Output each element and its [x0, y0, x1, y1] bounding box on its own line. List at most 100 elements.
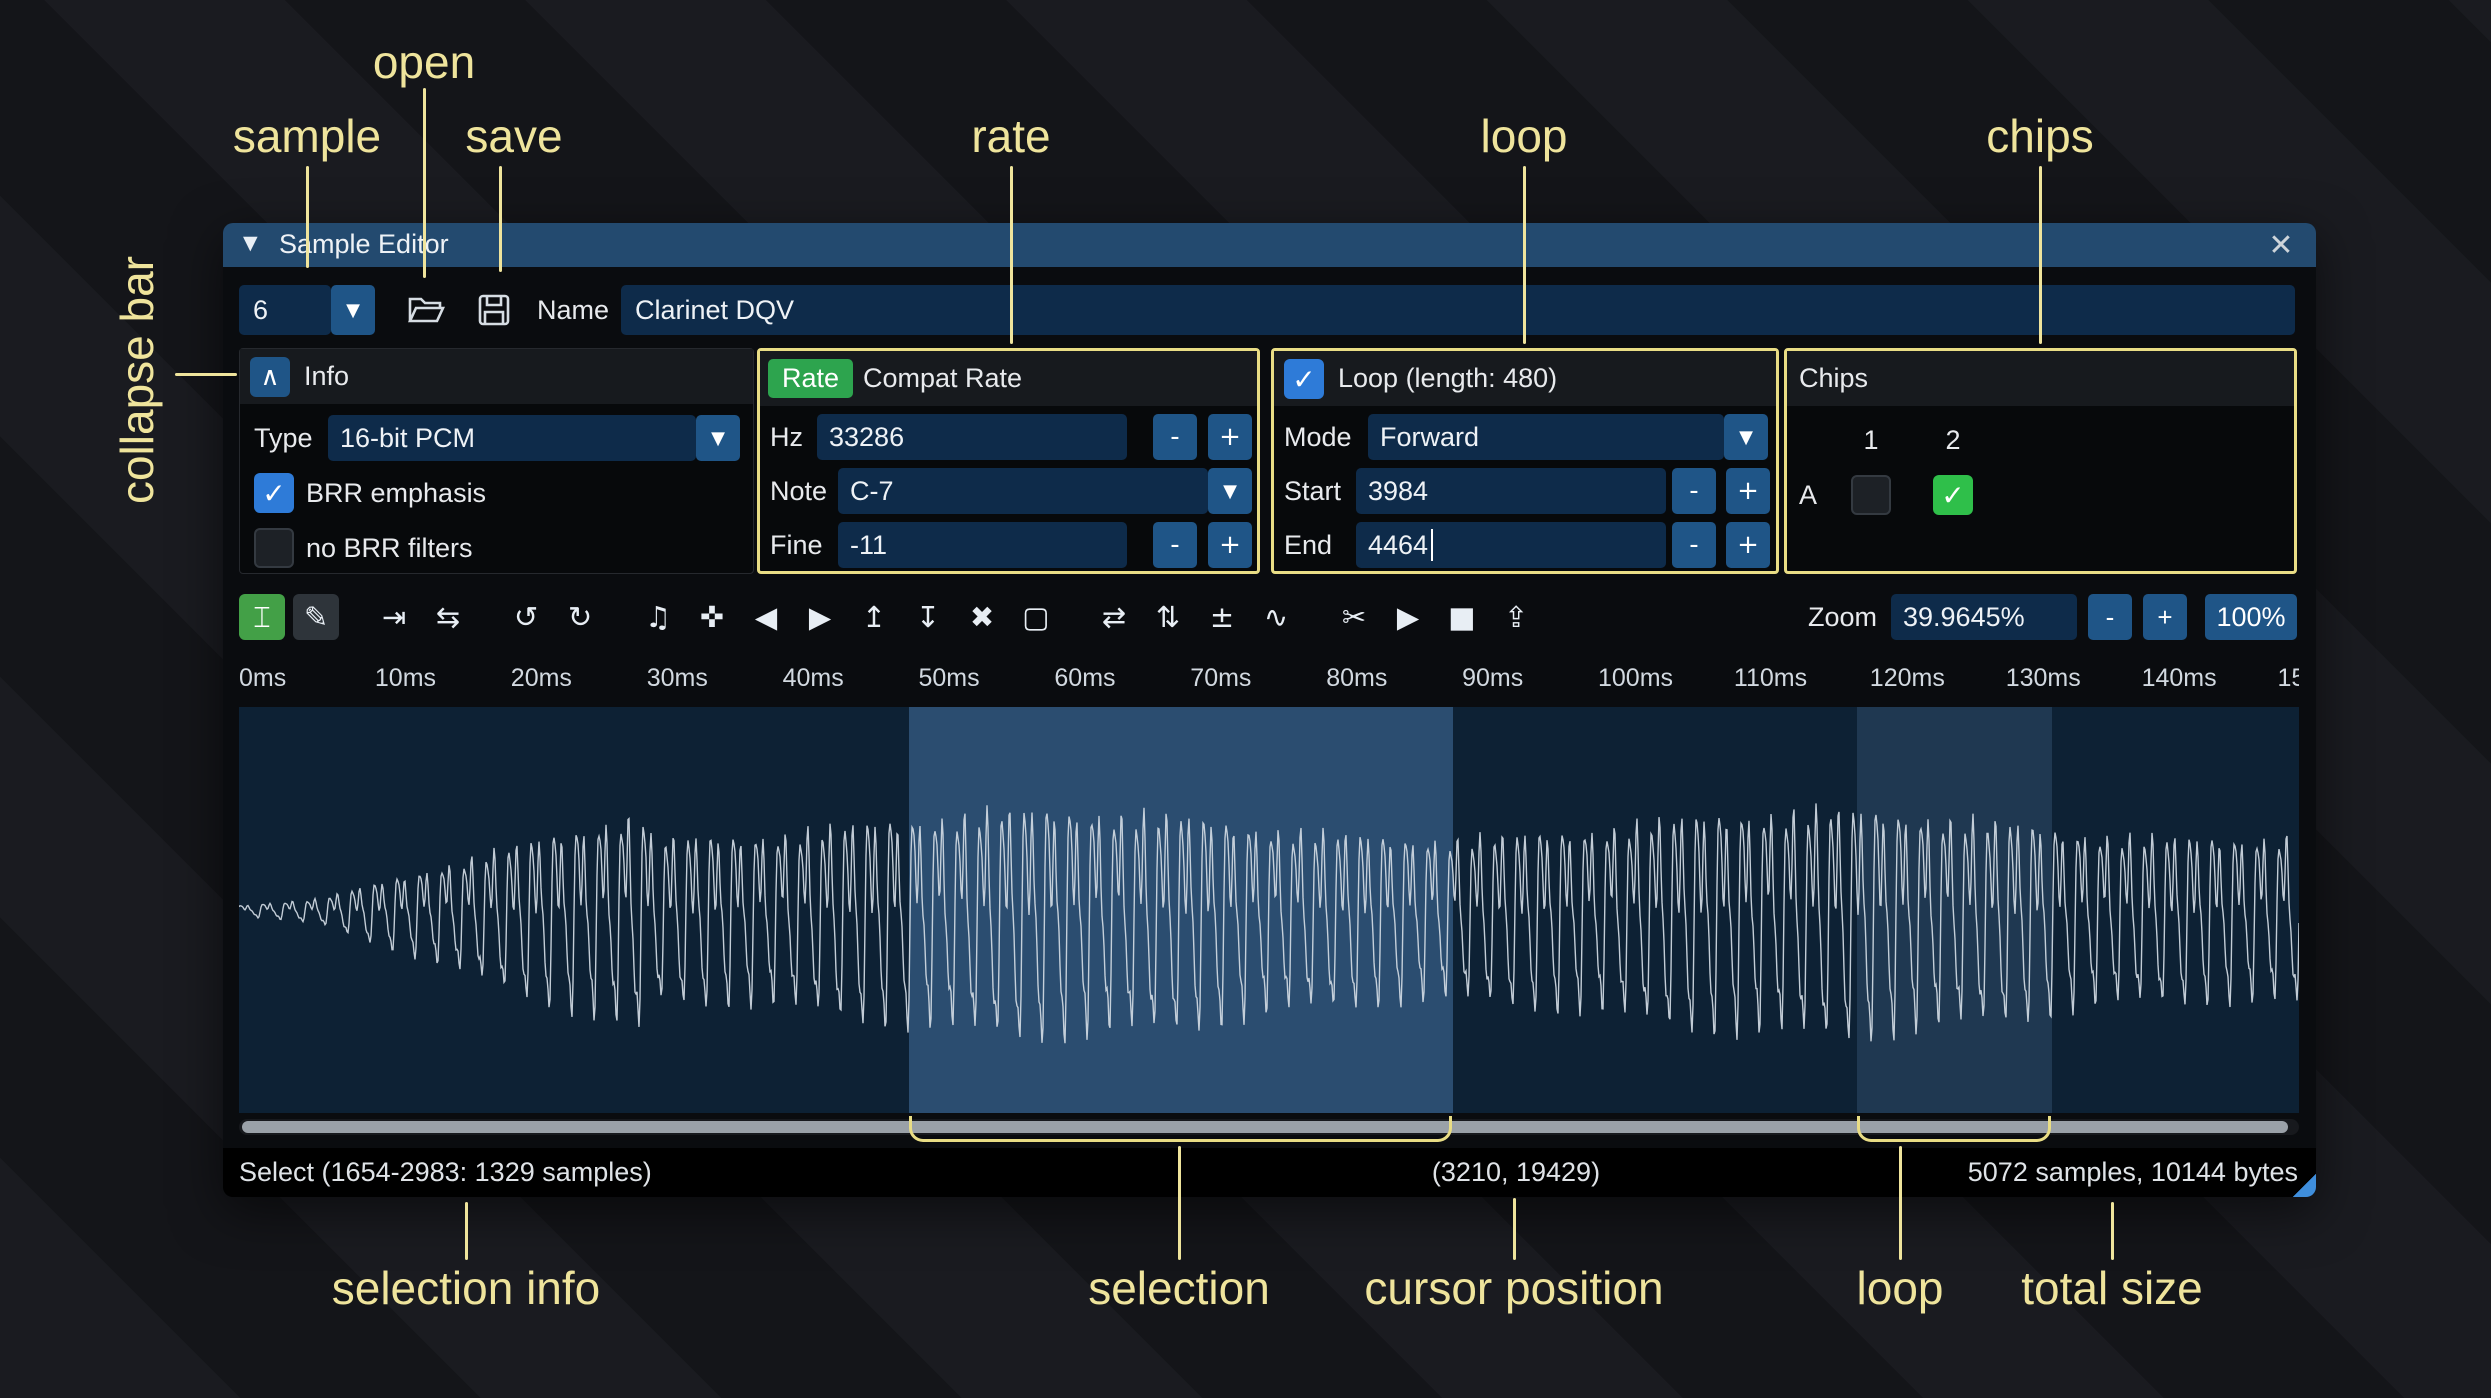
- type-select[interactable]: 16-bit PCM: [328, 415, 696, 461]
- close-icon[interactable]: ✕: [2262, 226, 2300, 264]
- annotation-line-selection: [1178, 1146, 1181, 1260]
- fine-minus-button[interactable]: -: [1153, 522, 1197, 568]
- draw-mode-icon[interactable]: ✎: [293, 594, 339, 640]
- loop-mode-dropdown-button[interactable]: ▼: [1724, 414, 1768, 460]
- note-label: Note: [770, 475, 828, 506]
- annotation-open: open: [372, 36, 476, 88]
- waveform-view[interactable]: [239, 707, 2299, 1113]
- name-input[interactable]: Clarinet DQV: [621, 285, 2295, 335]
- hz-input[interactable]: 33286: [817, 414, 1127, 460]
- fade-out-icon[interactable]: ▶: [797, 594, 843, 640]
- timeline-label: 20ms: [510, 664, 572, 692]
- hz-minus-button[interactable]: -: [1153, 414, 1197, 460]
- annotation-line-open: [423, 88, 426, 278]
- scissors-icon[interactable]: ✂: [1331, 594, 1377, 640]
- collapse-bar-button[interactable]: ∧: [250, 357, 290, 397]
- loop-enable-checkbox[interactable]: ✓: [1284, 359, 1324, 399]
- annotation-cursor-position: cursor position: [1364, 1262, 1664, 1314]
- zoom-cluster: Zoom 39.9645% - + 100%: [1808, 592, 2297, 642]
- timeline-label: 50ms: [918, 664, 980, 692]
- annotation-line-rate: [1010, 166, 1013, 344]
- zoom-in-button[interactable]: +: [2143, 594, 2187, 640]
- rate-badge[interactable]: Rate: [768, 359, 854, 398]
- floppy-save-icon: [478, 294, 510, 326]
- reverse-icon[interactable]: ⇄: [1091, 594, 1137, 640]
- invert-icon[interactable]: ⇅: [1145, 594, 1191, 640]
- brr-emphasis-label: BRR emphasis: [306, 477, 487, 508]
- fine-input[interactable]: -11: [838, 522, 1127, 568]
- apply-silence-icon[interactable]: ↧: [905, 594, 951, 640]
- undo-icon[interactable]: ↺: [503, 594, 549, 640]
- save-button[interactable]: [467, 285, 521, 335]
- type-dropdown-button[interactable]: ▼: [696, 415, 740, 461]
- note-select[interactable]: C-7: [838, 468, 1208, 514]
- open-button[interactable]: [399, 285, 453, 335]
- annotation-line-save: [499, 166, 502, 272]
- insert-silence-icon[interactable]: ↥: [851, 594, 897, 640]
- annotation-bracket-loop: [1857, 1116, 2051, 1142]
- loop-start-plus-button[interactable]: +: [1726, 468, 1770, 514]
- edit-mode-icon[interactable]: ⌶: [239, 594, 285, 640]
- no-brr-filters-label: no BRR filters: [306, 532, 473, 563]
- annotation-line-chips: [2039, 166, 2042, 344]
- status-total-size: 5072 samples, 10144 bytes: [1967, 1157, 2298, 1187]
- filter-icon[interactable]: ∿: [1253, 594, 1299, 640]
- create-instrument-icon[interactable]: ⇪: [1493, 594, 1539, 640]
- timeline-label: 100ms: [1598, 664, 1674, 692]
- preview-play-icon[interactable]: ▶: [1385, 594, 1431, 640]
- text-cursor: [1431, 529, 1434, 561]
- no-brr-filters-checkbox[interactable]: [254, 528, 294, 568]
- chip-2-checkbox[interactable]: ✓: [1933, 475, 1973, 515]
- chip-1-checkbox[interactable]: [1851, 475, 1891, 515]
- loop-end-label: End: [1284, 529, 1333, 560]
- loop-end-minus-button[interactable]: -: [1672, 522, 1716, 568]
- wave-toolbar: ⌶ ✎ ⇥ ⇆ ↺ ↻ ♫ ✜ ◀ ▶ ↥ ↧ ✖ ▢ ⇄ ⇅ ± ∿ ✂ ▶ ■ ⇪: [239, 592, 1547, 642]
- loop-end-value: 4464: [1368, 529, 1429, 560]
- annotation-line-selection-info: [465, 1202, 468, 1260]
- annotation-line-cursor-position: [1513, 1198, 1516, 1260]
- zoom-label: Zoom: [1807, 601, 1877, 632]
- chips-panel: Chips 1 2 A ✓: [1784, 348, 2297, 574]
- redo-icon[interactable]: ↻: [557, 594, 603, 640]
- brr-emphasis-checkbox[interactable]: ✓: [254, 473, 294, 513]
- window-collapse-icon[interactable]: ▼: [243, 232, 258, 254]
- annotation-line-loop-bottom: [1899, 1146, 1902, 1260]
- zoom-reset-button[interactable]: 100%: [2205, 594, 2297, 640]
- loop-start-minus-button[interactable]: -: [1672, 468, 1716, 514]
- zoom-out-button[interactable]: -: [2088, 594, 2132, 640]
- zoom-value: 39.9645%: [1903, 601, 2025, 632]
- trim-icon[interactable]: ▢: [1013, 594, 1059, 640]
- titlebar[interactable]: ▼ Sample Editor ✕: [223, 223, 2316, 267]
- loop-end-plus-button[interactable]: +: [1726, 522, 1770, 568]
- resize-icon[interactable]: ⇥: [371, 594, 417, 640]
- preview-stop-icon[interactable]: ■: [1439, 594, 1485, 640]
- delete-icon[interactable]: ✖: [959, 594, 1005, 640]
- chip-row-a-label: A: [1799, 479, 1818, 510]
- resize-grip[interactable]: [2290, 1171, 2316, 1197]
- mode-label: Mode: [1284, 421, 1352, 452]
- timeline-label: 150ms: [2277, 664, 2300, 692]
- sample-dropdown-button[interactable]: ▼: [331, 285, 375, 335]
- note-dropdown-button[interactable]: ▼: [1208, 468, 1252, 514]
- fade-in-icon[interactable]: ◀: [743, 594, 789, 640]
- sign-icon[interactable]: ±: [1199, 594, 1245, 640]
- fine-plus-button[interactable]: +: [1208, 522, 1252, 568]
- normalize-icon[interactable]: ✜: [689, 594, 735, 640]
- rate-panel-header: Rate Compat Rate: [760, 351, 1257, 406]
- sample-number-field[interactable]: 6: [239, 285, 331, 335]
- folder-open-icon: [407, 297, 445, 323]
- amplify-icon[interactable]: ♫: [635, 594, 681, 640]
- hz-plus-button[interactable]: +: [1208, 414, 1252, 460]
- timeline-label: 110ms: [1733, 664, 1808, 692]
- loop-mode-select[interactable]: Forward: [1368, 414, 1724, 460]
- resample-icon[interactable]: ⇆: [425, 594, 471, 640]
- loop-start-input[interactable]: 3984: [1356, 468, 1666, 514]
- loop-end-input[interactable]: 4464: [1356, 522, 1666, 568]
- fine-value: -11: [850, 529, 888, 560]
- loop-mode-value: Forward: [1380, 421, 1480, 452]
- zoom-input[interactable]: 39.9645%: [1891, 594, 2077, 640]
- timeline-ruler[interactable]: 0ms 10ms 20ms 30ms 40ms 50ms 60ms 70ms 80ms 90ms 1…: [239, 660, 2299, 700]
- type-value: 16-bit PCM: [340, 422, 476, 453]
- annotation-loop-bottom: loop: [1856, 1262, 1944, 1314]
- chevron-down-icon: ▼: [1223, 480, 1237, 502]
